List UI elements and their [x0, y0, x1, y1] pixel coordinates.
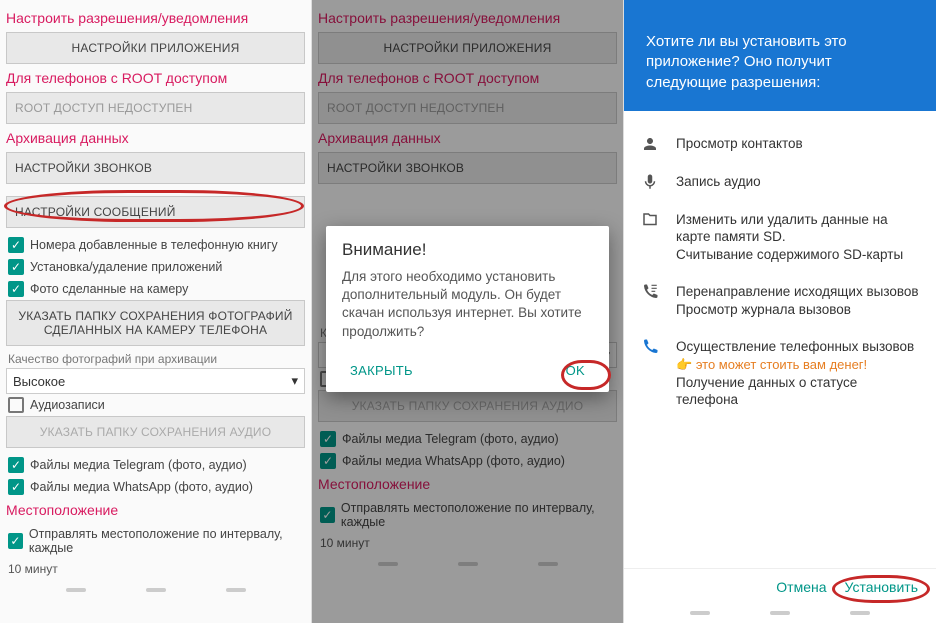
perm-phone: Осуществление телефонных вызовов 👉 это м…	[640, 328, 920, 419]
settings-panel-middle: Настроить разрешения/уведомления НАСТРОЙ…	[312, 0, 624, 623]
check-location[interactable]: ✓Отправлять местоположение по интервалу,…	[6, 524, 305, 558]
check-whatsapp[interactable]: ✓Файлы медиа WhatsApp (фото, аудио)	[6, 476, 305, 498]
quality-select[interactable]: Высокое▾	[6, 368, 305, 394]
chevron-down-icon: ▾	[291, 373, 298, 389]
perm-audio: Запись аудио	[640, 163, 920, 201]
check-apps[interactable]: ✓Установка/удаление приложений	[6, 256, 305, 278]
check-icon: ✓	[8, 259, 24, 275]
folder-icon	[640, 211, 660, 229]
heading-archive: Архивация данных	[6, 130, 305, 146]
check-icon: ✓	[8, 457, 24, 473]
dialog-text: Для этого необходимо установить дополнит…	[342, 268, 593, 341]
install-question: Хотите ли вы установить это приложение? …	[624, 0, 936, 111]
perm-call-log: Перенаправление исходящих вызововПросмот…	[640, 273, 920, 328]
check-icon: ✓	[8, 479, 24, 495]
perm-sd: Изменить или удалить данные на карте пам…	[640, 201, 920, 274]
check-telegram[interactable]: ✓Файлы медиа Telegram (фото, аудио)	[6, 454, 305, 476]
phone-icon	[640, 338, 660, 356]
check-icon: ✓	[8, 237, 24, 253]
android-nav	[0, 584, 311, 600]
heading-location: Местоположение	[6, 502, 305, 518]
mic-icon	[640, 173, 660, 191]
app-settings-button[interactable]: НАСТРОЙКИ ПРИЛОЖЕНИЯ	[6, 32, 305, 64]
check-camera[interactable]: ✓Фото сделанные на камеру	[6, 278, 305, 300]
audio-folder-button: УКАЗАТЬ ПАПКУ СОХРАНЕНИЯ АУДИО	[6, 416, 305, 448]
interval-value[interactable]: 10 минут	[8, 562, 303, 576]
confirm-dialog: Внимание! Для этого необходимо установит…	[326, 226, 609, 392]
heading-root: Для телефонов с ROOT доступом	[6, 70, 305, 86]
install-cancel-button[interactable]: Отмена	[776, 579, 826, 595]
check-icon: ✓	[8, 533, 23, 549]
install-button[interactable]: Установить	[845, 579, 918, 595]
person-icon	[640, 135, 660, 153]
dialog-title: Внимание!	[342, 240, 593, 260]
check-icon-off: ✓	[8, 397, 24, 413]
settings-panel-left: Настроить разрешения/уведомления НАСТРОЙ…	[0, 0, 312, 623]
root-unavailable-button: ROOT ДОСТУП НЕДОСТУПЕН	[6, 92, 305, 124]
heading-permissions: Настроить разрешения/уведомления	[6, 10, 305, 26]
perm-contacts: Просмотр контактов	[640, 125, 920, 163]
android-nav	[624, 607, 936, 623]
msg-settings-button[interactable]: НАСТРОЙКИ СООБЩЕНИЙ	[6, 196, 305, 228]
call-log-icon	[640, 283, 660, 301]
check-contacts[interactable]: ✓Номера добавленные в телефонную книгу	[6, 234, 305, 256]
install-permissions-panel: Хотите ли вы установить это приложение? …	[624, 0, 936, 623]
check-audio[interactable]: ✓Аудиозаписи	[6, 394, 305, 416]
dialog-ok-button[interactable]: OK	[558, 357, 593, 384]
dialog-close-button[interactable]: ЗАКРЫТЬ	[342, 357, 421, 384]
quality-label: Качество фотографий при архивации	[8, 352, 305, 366]
photo-folder-button[interactable]: УКАЗАТЬ ПАПКУ СОХРАНЕНИЯ ФОТОГРАФИЙ СДЕЛ…	[6, 300, 305, 346]
check-icon: ✓	[8, 281, 24, 297]
android-nav	[312, 558, 623, 574]
call-settings-button[interactable]: НАСТРОЙКИ ЗВОНКОВ	[6, 152, 305, 184]
